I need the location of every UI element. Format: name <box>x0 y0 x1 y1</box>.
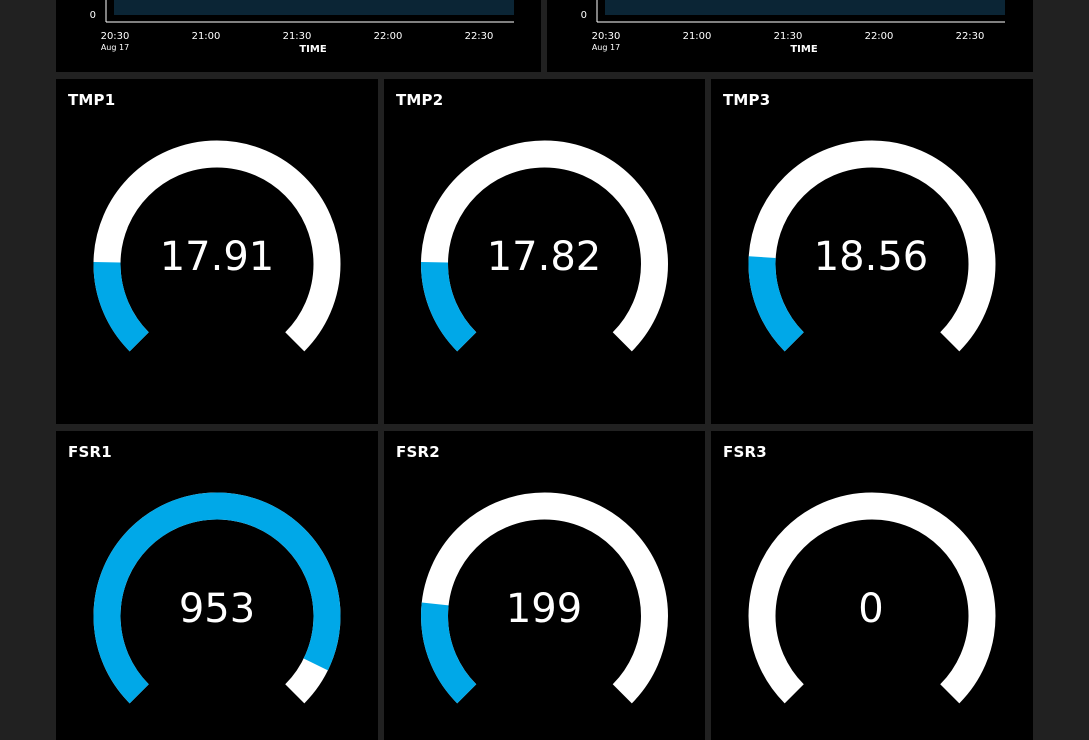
y-tick-label: 0 <box>90 10 96 21</box>
x-tick-label: 21:30 <box>283 31 312 42</box>
x-axis-title: TIME <box>790 44 817 55</box>
gauge-fill <box>748 256 805 352</box>
gauge: 17.82 <box>421 140 668 352</box>
gauge: 18.56 <box>748 140 996 352</box>
gauge: 17.91 <box>93 140 341 352</box>
x-tick-label: 22:30 <box>465 31 494 42</box>
chart-plot-area <box>605 0 1005 15</box>
x-date-label: Aug 17 <box>101 43 129 52</box>
y-tick-label: 0 <box>581 10 587 21</box>
gauge-value: 0 <box>858 586 883 632</box>
x-tick-label: 22:00 <box>865 31 894 42</box>
x-tick-label: 21:30 <box>774 31 803 42</box>
x-ticks: 20:30 21:00 21:30 22:00 22:30 <box>592 31 985 42</box>
gauge-value: 953 <box>179 586 255 632</box>
x-tick-label: 22:00 <box>374 31 403 42</box>
time-series-chart-panel[interactable]: 0 20:30 21:00 21:30 22:00 22:30 Aug 17 T… <box>56 0 541 72</box>
gauge-fill <box>421 262 477 352</box>
gauge-value: 199 <box>506 586 582 632</box>
gauge-panel-fsr1[interactable]: FSR1 953 <box>56 431 378 740</box>
gauge: 199 <box>421 492 668 704</box>
gauge-value: 17.91 <box>160 234 275 280</box>
chart-plot-area <box>114 0 514 15</box>
gauge-panel-tmp3[interactable]: TMP3 18.56 <box>711 79 1033 424</box>
gauge-value: 17.82 <box>487 234 602 280</box>
gauge-panel-tmp2[interactable]: TMP2 17.82 <box>384 79 705 424</box>
x-date-label: Aug 17 <box>592 43 620 52</box>
x-tick-label: 20:30 <box>101 31 130 42</box>
dashboard: 0 20:30 21:00 21:30 22:00 22:30 Aug 17 T… <box>56 0 1033 740</box>
gauge-value: 18.56 <box>814 234 929 280</box>
gauge-panel-fsr2[interactable]: FSR2 199 <box>384 431 705 740</box>
time-series-chart-panel[interactable]: 0 20:30 21:00 21:30 22:00 22:30 Aug 17 T… <box>547 0 1033 72</box>
x-tick-label: 22:30 <box>956 31 985 42</box>
gauge: 953 <box>93 492 341 704</box>
x-tick-label: 20:30 <box>592 31 621 42</box>
gauge-panel-tmp1[interactable]: TMP1 17.91 <box>56 79 378 424</box>
gauge-fill <box>93 262 150 352</box>
time-series-chart: 0 20:30 21:00 21:30 22:00 22:30 Aug 17 T… <box>581 0 1005 55</box>
gauge-panel-fsr3[interactable]: FSR3 0 <box>711 431 1033 740</box>
x-axis-title: TIME <box>299 44 326 55</box>
gauge-fill <box>421 602 477 704</box>
x-tick-label: 21:00 <box>683 31 712 42</box>
x-tick-label: 21:00 <box>192 31 221 42</box>
time-series-chart: 0 20:30 21:00 21:30 22:00 22:30 Aug 17 T… <box>90 0 514 55</box>
x-ticks: 20:30 21:00 21:30 22:00 22:30 <box>101 31 494 42</box>
gauge: 0 <box>748 492 996 704</box>
